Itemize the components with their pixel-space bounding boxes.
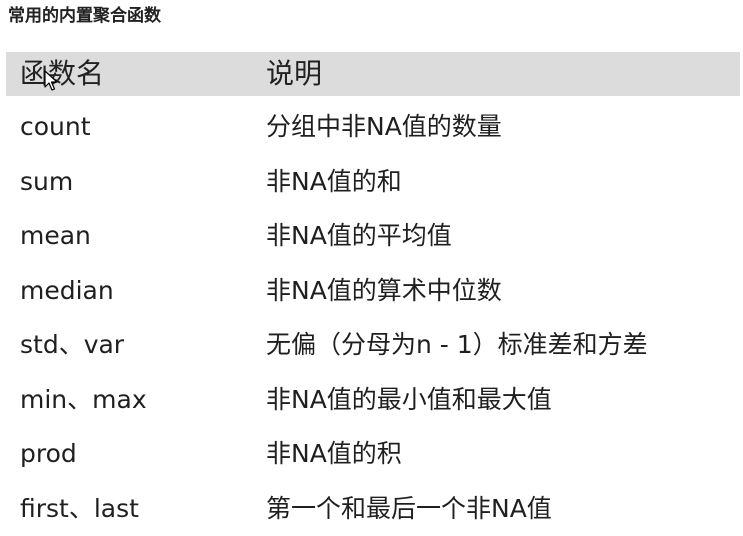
function-name-cell: std、var [20,318,124,372]
function-name-cell: median [20,264,114,318]
description-cell: 第一个和最后一个非NA值 [266,482,552,536]
table-body: count 分组中非NA值的数量 sum 非NA值的和 mean 非NA值的平均… [6,100,740,536]
table-row: sum 非NA值的和 [6,155,740,210]
table-row: std、var 无偏（分母为n - 1）标准差和方差 [6,318,740,373]
function-name-cell: sum [20,155,73,209]
table-row: min、max 非NA值的最小值和最大值 [6,373,740,428]
function-name-cell: first、last [20,482,139,536]
function-name-cell: min、max [20,373,147,427]
aggregate-functions-table: 函数名 说明 count 分组中非NA值的数量 sum 非NA值的和 mean … [6,52,740,536]
function-name-cell: prod [20,427,77,481]
description-cell: 非NA值的平均值 [266,209,452,263]
function-name-cell: count [20,100,91,154]
description-cell: 非NA值的最小值和最大值 [266,373,552,427]
description-cell: 无偏（分母为n - 1）标准差和方差 [266,318,648,372]
table-header-row: 函数名 说明 [6,52,740,96]
table-row: count 分组中非NA值的数量 [6,100,740,155]
header-description: 说明 [266,52,322,96]
table-row: first、last 第一个和最后一个非NA值 [6,482,740,536]
description-cell: 非NA值的积 [266,427,402,481]
table-row: prod 非NA值的积 [6,427,740,482]
function-name-cell: mean [20,209,91,263]
description-cell: 非NA值的算术中位数 [266,264,502,318]
page-heading: 常用的内置聚合函数 [8,4,161,28]
arrow-cursor-icon [44,70,58,92]
table-row: median 非NA值的算术中位数 [6,264,740,319]
description-cell: 分组中非NA值的数量 [266,100,502,154]
table-row: mean 非NA值的平均值 [6,209,740,264]
description-cell: 非NA值的和 [266,155,402,209]
header-function-name: 函数名 [20,52,104,96]
